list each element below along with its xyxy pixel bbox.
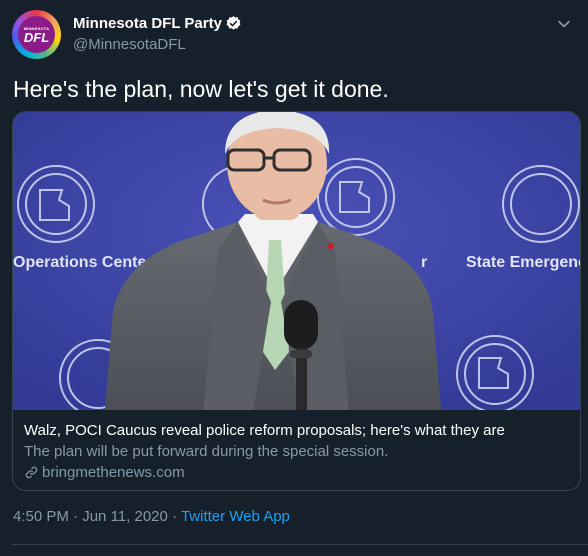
card-domain: bringmethenews.com <box>42 464 185 481</box>
tweet-header: MINNESOTA DFL Minnesota DFL Party @Minne… <box>12 8 580 59</box>
tweet-text: Here's the plan, now let's get it done. <box>13 76 389 102</box>
card-body: Walz, POCI Caucus reveal police reform p… <box>13 410 580 490</box>
card-title: Walz, POCI Caucus reveal police reform p… <box>24 422 505 439</box>
author-block: Minnesota DFL Party @MinnesotaDFL <box>73 13 242 53</box>
author-name-row: Minnesota DFL Party <box>73 13 242 33</box>
meta-separator: · <box>172 508 178 525</box>
sign-operations-center: Operations Center <box>13 254 153 271</box>
meta-separator: · <box>73 508 79 525</box>
tweet-date[interactable]: Jun 11, 2020 <box>82 508 168 525</box>
tweet-meta: 4:50 PM · Jun 11, 2020 · Twitter Web App <box>13 508 290 525</box>
verified-badge-icon <box>226 15 241 30</box>
link-icon <box>25 466 38 479</box>
author-handle[interactable]: @MinnesotaDFL <box>73 36 242 53</box>
avatar-logo-text: DFL <box>23 29 50 45</box>
sign-fragment: r <box>421 254 427 271</box>
card-image: Operations Center r State Emergenc <box>13 112 580 410</box>
chevron-down-icon <box>558 20 570 28</box>
tweet-time[interactable]: 4:50 PM <box>13 508 69 525</box>
card-description: The plan will be put forward during the … <box>24 443 389 460</box>
divider <box>12 544 588 545</box>
link-card[interactable]: Operations Center r State Emergenc Walz,… <box>12 111 581 491</box>
avatar[interactable]: MINNESOTA DFL <box>12 10 61 59</box>
author-display-name[interactable]: Minnesota DFL Party <box>73 15 222 32</box>
sign-state-emergency: State Emergenc <box>466 254 580 271</box>
tweet: MINNESOTA DFL Minnesota DFL Party @Minne… <box>0 0 588 556</box>
tweet-source-link[interactable]: Twitter Web App <box>181 508 290 525</box>
more-options-button[interactable] <box>552 12 576 36</box>
avatar-logo: MINNESOTA DFL <box>18 16 55 53</box>
card-link-row: bringmethenews.com <box>24 464 185 481</box>
